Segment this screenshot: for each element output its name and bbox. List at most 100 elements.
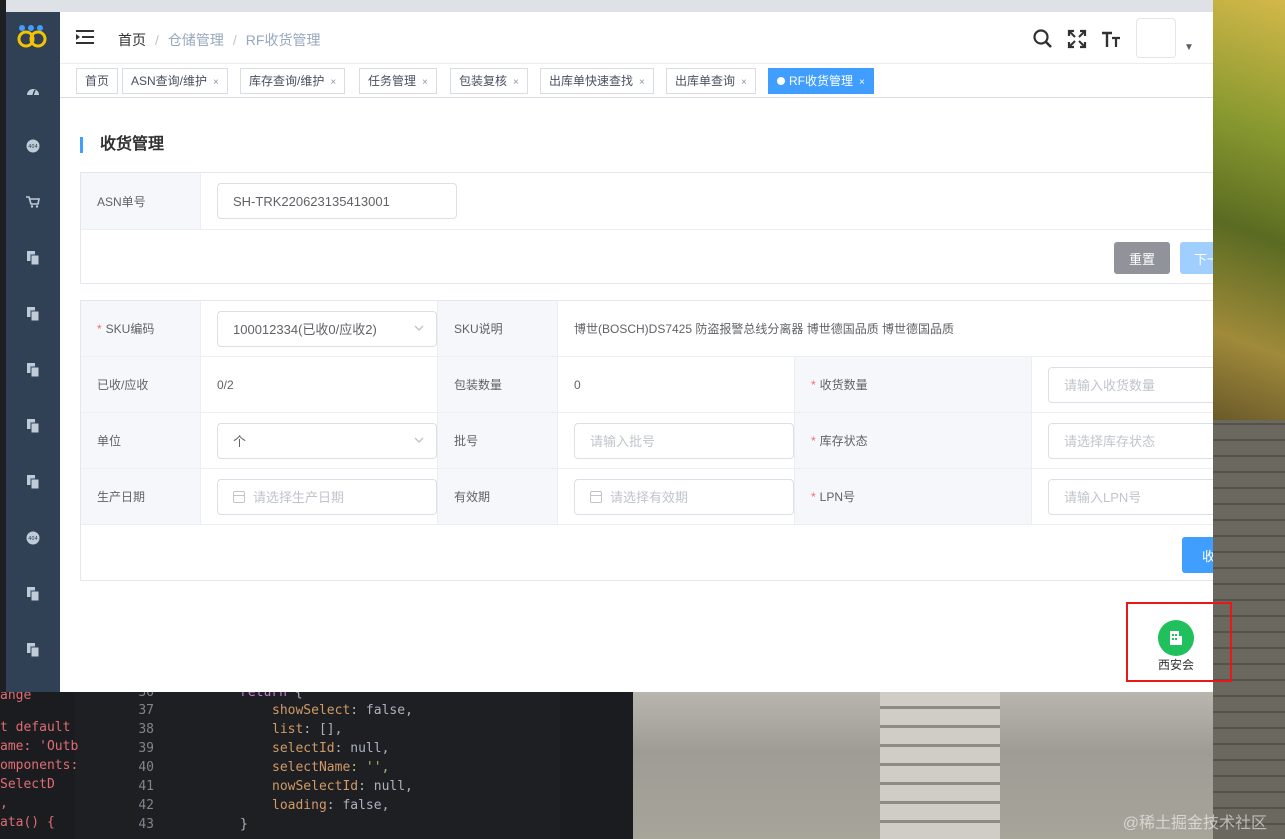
mfg-date-cell: 请选择生产日期 (201, 469, 438, 525)
sku-select[interactable]: 100012334(已收0/应收2) (217, 310, 437, 347)
cart-icon[interactable] (23, 192, 43, 212)
line-number: 42 (138, 798, 154, 813)
404-icon[interactable]: 404 (23, 528, 43, 548)
tag-outbound-quick[interactable]: 出库单快速查找 × (540, 68, 654, 94)
tag-label: 出库单快速查找 (549, 74, 634, 88)
code-rest: : null, (334, 741, 390, 756)
lpn-label-text: LPN号 (819, 490, 856, 504)
tag-pack-check[interactable]: 包装复核 × (450, 68, 528, 94)
breadcrumb-separator: / (232, 32, 237, 48)
line-number: 39 (138, 741, 154, 756)
avatar[interactable] (1136, 18, 1176, 58)
asn-input[interactable]: SH-TRK220623135413001 (217, 183, 457, 219)
code-key: loading (272, 798, 327, 813)
code-rest: : false, (326, 798, 390, 813)
batch-input[interactable]: 请输入批号 (574, 422, 794, 459)
tag-home[interactable]: 首页 (76, 68, 119, 94)
stock-status-select[interactable]: 请选择库存状态 (1048, 422, 1213, 459)
expiry-label-text: 有效期 (454, 490, 491, 504)
document-icon[interactable] (23, 640, 43, 660)
recv-qty-label-text: 收货数量 (819, 378, 868, 392)
caret-down-icon[interactable]: ▼ (1184, 42, 1194, 53)
next-button[interactable]: 下一 (1180, 242, 1213, 274)
asn-value-cell: SH-TRK220623135413001 (201, 173, 1213, 230)
expiry-placeholder: 请选择有效期 (610, 490, 689, 505)
lpn-label: * LPN号 (795, 469, 1032, 525)
code-rest: : null, (358, 779, 413, 794)
stock-status-label-text: 库存状态 (819, 434, 868, 448)
document-icon[interactable] (23, 248, 43, 268)
fullscreen-icon[interactable] (1066, 28, 1088, 50)
unit-label-text: 单位 (97, 434, 122, 448)
expiry-date-picker[interactable]: 请选择有效期 (574, 478, 794, 515)
code-rest: : '', (350, 760, 390, 775)
code-line: nowSelectId: null, (272, 777, 413, 796)
required-mark: * (97, 321, 102, 336)
receive-button[interactable]: 收 (1182, 537, 1213, 573)
batch-placeholder: 请输入批号 (590, 434, 656, 449)
unit-select[interactable]: 个 (217, 422, 437, 459)
recv-qty-input[interactable]: 请输入收货数量 (1048, 366, 1213, 403)
recv-qty-placeholder: 请输入收货数量 (1064, 378, 1156, 393)
dashboard-icon[interactable] (23, 80, 43, 100)
hamburger-icon[interactable] (76, 28, 94, 46)
tag-rf-receiving[interactable]: RF收货管理 × (768, 68, 874, 94)
editor-right-pane (560, 692, 633, 839)
tag-inventory[interactable]: 库存查询/维护 × (240, 68, 346, 94)
code-pane: return { showSelect: false, list: [], se… (180, 685, 563, 839)
breadcrumb-home[interactable]: 首页 (118, 30, 146, 50)
code-line: showSelect: false, (272, 701, 413, 720)
document-icon[interactable] (23, 360, 43, 380)
required-mark: * (811, 377, 816, 392)
font-size-icon[interactable] (1100, 28, 1122, 50)
mfg-date-picker[interactable]: 请选择生产日期 (217, 478, 437, 515)
lpn-input[interactable]: 请输入LPN号 (1048, 478, 1213, 515)
tag-label: 库存查询/维护 (249, 74, 325, 88)
floating-widget-button[interactable] (1158, 620, 1194, 656)
lpn-placeholder: 请输入LPN号 (1064, 490, 1142, 505)
document-icon[interactable] (23, 416, 43, 436)
code-key: selectName (272, 760, 351, 775)
sidebar: 404 404 (6, 12, 60, 692)
reset-button[interactable]: 重置 (1114, 242, 1170, 274)
code-line: } (240, 815, 248, 834)
document-icon[interactable] (23, 472, 43, 492)
pack-qty-value: 0 (558, 357, 795, 413)
sku-value: 100012334(已收0/应收2) (233, 322, 377, 337)
close-icon[interactable]: × (741, 77, 747, 88)
close-icon[interactable]: × (330, 77, 336, 88)
code-line: list: [], (272, 720, 342, 739)
tag-asn[interactable]: ASN查询/维护 × (122, 68, 228, 94)
recv-qty-cell: 请输入收货数量 (1032, 357, 1213, 413)
code-line: SelectD (0, 777, 55, 792)
code-rest: : false, (350, 703, 413, 718)
expiry-cell: 请选择有效期 (558, 469, 795, 525)
close-icon[interactable]: × (513, 77, 519, 88)
tag-task[interactable]: 任务管理 × (359, 68, 437, 94)
code-key: showSelect (272, 703, 351, 718)
code-line: omponents: (0, 758, 79, 773)
required-mark: * (811, 433, 816, 448)
asn-label: ASN单号 (81, 173, 201, 230)
close-icon[interactable]: × (422, 77, 428, 88)
tag-outbound-query[interactable]: 出库单查询 × (666, 68, 756, 94)
document-icon[interactable] (23, 584, 43, 604)
wallpaper-tree (1213, 0, 1285, 420)
tag-label: ASN查询/维护 (131, 74, 208, 88)
breadcrumb: 首页 / 仓储管理 / RF收货管理 (118, 30, 320, 50)
lpn-cell: 请输入LPN号 (1032, 469, 1213, 525)
search-icon[interactable] (1032, 28, 1054, 50)
close-icon[interactable]: × (213, 77, 219, 88)
wallpaper-curb (880, 692, 1000, 839)
batch-label-text: 批号 (454, 434, 479, 448)
breadcrumb-current: RF收货管理 (245, 32, 321, 48)
close-icon[interactable]: × (639, 77, 645, 88)
close-icon[interactable]: × (859, 77, 865, 88)
code-line: , (0, 796, 8, 811)
logo-icon (17, 25, 47, 48)
tag-label: RF收货管理 (789, 74, 853, 88)
document-icon[interactable] (23, 304, 43, 324)
recv-qty-label: * 收货数量 (795, 357, 1032, 413)
404-icon[interactable]: 404 (23, 136, 43, 156)
unit-value: 个 (233, 434, 247, 449)
